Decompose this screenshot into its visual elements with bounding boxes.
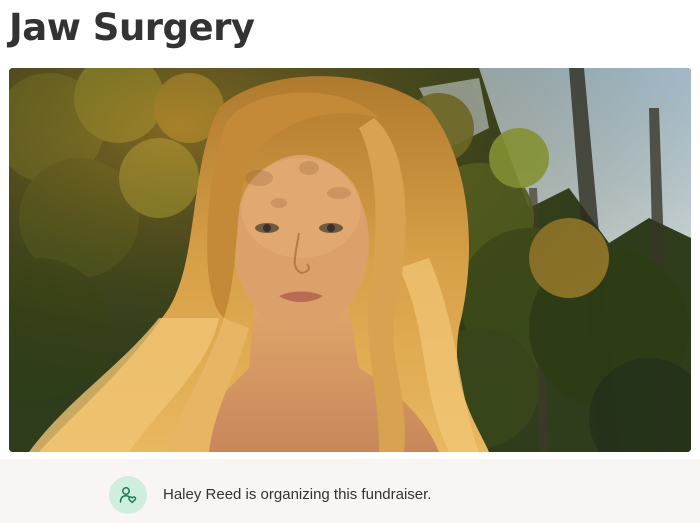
person-heart-glyph — [119, 487, 137, 504]
hero-photo-illustration — [9, 68, 691, 452]
organizer-text: Haley Reed is organizing this fundraiser… — [163, 486, 432, 503]
person-heart-icon — [109, 476, 147, 514]
hero-photo[interactable] — [9, 68, 691, 452]
campaign-title: Jaw Surgery — [9, 6, 255, 49]
fundraiser-page: Jaw Surgery Haley Reed is organizing thi… — [0, 0, 700, 523]
